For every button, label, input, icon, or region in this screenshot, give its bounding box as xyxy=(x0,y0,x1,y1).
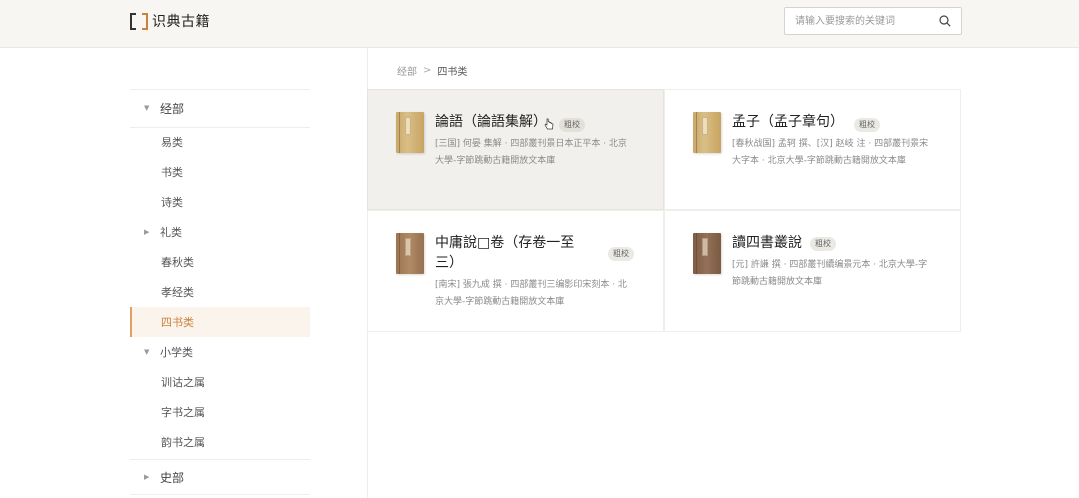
sidebar-divider xyxy=(130,459,310,460)
sidebar-item-li[interactable]: ▶ 礼类 xyxy=(130,217,310,247)
logo-text: 识典古籍 xyxy=(152,14,210,30)
sidebar-item-label: 韵书之属 xyxy=(161,436,205,449)
caret-right-icon: ▶ xyxy=(144,228,150,236)
proofread-badge: 粗校 xyxy=(559,118,585,132)
sidebar-item-yi[interactable]: 易类 xyxy=(130,127,310,157)
sidebar-item-label: 小学类 xyxy=(160,346,193,359)
proofread-badge: 粗校 xyxy=(810,237,836,251)
sidebar-item-label: 春秋类 xyxy=(161,256,194,269)
book-card[interactable]: 論語（論語集解） 粗校 [三国] 何晏 集解 · 四部叢刊景日本正平本 · 北京… xyxy=(367,89,664,210)
book-card[interactable]: 孟子（孟子章句） 粗校 [春秋战国] 孟轲 撰、[汉] 赵岐 注 · 四部叢刊景… xyxy=(664,89,961,210)
book-description: [三国] 何晏 集解 · 四部叢刊景日本正平本 · 北京大學-字節跳動古籍開放文… xyxy=(435,139,627,166)
sidebar-item-sishu[interactable]: 四书类 xyxy=(130,307,310,337)
book-cover-image xyxy=(693,233,721,274)
book-title: 中庸說□卷（存卷一至三） xyxy=(435,235,575,271)
sidebar-item-xiaojing[interactable]: 孝经类 xyxy=(130,277,310,307)
sidebar-item-shu[interactable]: 书类 xyxy=(130,157,310,187)
book-card[interactable]: 中庸說□卷（存卷一至三） 粗校 [南宋] 張九成 撰 · 四部叢刊三编影印宋刻本… xyxy=(367,210,664,332)
sidebar-item-label: 史部 xyxy=(160,470,185,485)
sidebar-item-label: 礼类 xyxy=(160,226,182,239)
book-description: [南宋] 張九成 撰 · 四部叢刊三编影印宋刻本 · 北京大學-字節跳動古籍開放… xyxy=(435,280,627,307)
book-card[interactable]: 讀四書叢說 粗校 [元] 許謙 撰 · 四部叢刊續编景元本 · 北京大學-字節跳… xyxy=(664,210,961,332)
sidebar-item-jingbu[interactable]: ▼ 经部 xyxy=(130,93,310,123)
sidebar-item-label: 孝经类 xyxy=(161,286,194,299)
search-box xyxy=(784,7,962,35)
proofread-badge: 粗校 xyxy=(608,247,634,261)
caret-right-icon: ▶ xyxy=(144,473,150,481)
logo-icon xyxy=(130,12,148,30)
sidebar-item-label: 易类 xyxy=(161,136,183,149)
breadcrumb-separator-icon: > xyxy=(423,64,432,76)
sidebar-item-label: 经部 xyxy=(160,101,185,116)
book-description: [春秋战国] 孟轲 撰、[汉] 赵岐 注 · 四部叢刊景宋大字本 · 北京大學-… xyxy=(732,139,929,166)
search-icon[interactable] xyxy=(939,15,951,27)
sidebar-item-zishu[interactable]: 字书之属 xyxy=(130,397,310,427)
breadcrumb-root-link[interactable]: 经部 xyxy=(397,63,417,78)
sidebar-divider xyxy=(130,89,310,90)
book-cover-image xyxy=(396,233,424,274)
sidebar-item-yunshu[interactable]: 韵书之属 xyxy=(130,427,310,457)
breadcrumb-current: 四书类 xyxy=(437,66,468,78)
book-cover-image xyxy=(396,112,424,153)
proofread-badge: 粗校 xyxy=(854,118,880,132)
sidebar-item-chunqiu[interactable]: 春秋类 xyxy=(130,247,310,277)
caret-down-icon: ▼ xyxy=(144,348,150,356)
search-input[interactable] xyxy=(795,13,935,29)
sidebar-item-xungu[interactable]: 训诂之属 xyxy=(130,367,310,397)
book-cover-image xyxy=(693,112,721,153)
caret-down-icon: ▼ xyxy=(144,104,150,112)
sidebar-item-label: 训诂之属 xyxy=(161,376,205,389)
sidebar-item-label: 书类 xyxy=(161,166,183,179)
top-header: 识典古籍 xyxy=(0,0,1079,48)
sidebar-divider xyxy=(130,494,310,495)
hand-cursor-icon xyxy=(544,118,554,130)
sidebar-item-label: 字书之属 xyxy=(161,406,205,419)
site-logo[interactable]: 识典古籍 xyxy=(130,11,210,31)
sidebar-item-shi[interactable]: 诗类 xyxy=(130,187,310,217)
sidebar-item-shibu[interactable]: ▶ 史部 xyxy=(130,462,310,492)
sidebar-item-xiaoxue[interactable]: ▼ 小学类 xyxy=(130,337,310,367)
book-description: [元] 許謙 撰 · 四部叢刊續编景元本 · 北京大學-字節跳動古籍開放文本庫 xyxy=(732,260,928,287)
sidebar-item-label: 诗类 xyxy=(161,196,183,209)
breadcrumb: 经部 > 四书类 xyxy=(397,63,468,78)
sidebar-item-label: 四书类 xyxy=(161,316,194,329)
